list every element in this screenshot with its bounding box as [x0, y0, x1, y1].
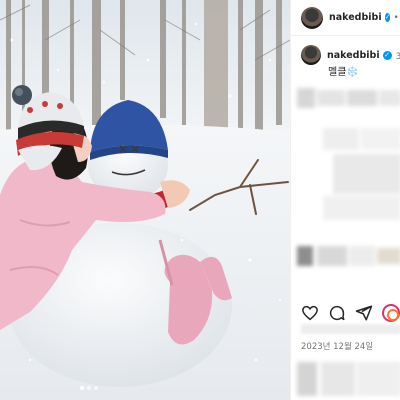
- comment-icon: [329, 305, 345, 321]
- header-separator: •: [393, 12, 399, 23]
- profile-ring-button[interactable]: [380, 302, 400, 324]
- heart-icon: [302, 305, 318, 321]
- caption-username[interactable]: nakedbibi: [327, 50, 380, 61]
- action-bar: [299, 302, 400, 324]
- post-date[interactable]: 2023년 12월 24일: [301, 340, 373, 352]
- post-photo[interactable]: [0, 0, 290, 400]
- post-time[interactable]: 3주: [396, 49, 400, 62]
- comment-input-blurred: [297, 360, 400, 400]
- carousel-dots[interactable]: [80, 386, 98, 390]
- carousel-dot[interactable]: [80, 386, 84, 390]
- comments-blurred: [297, 88, 400, 288]
- carousel-dot[interactable]: [87, 386, 91, 390]
- verified-badge-icon: ✓: [384, 13, 391, 22]
- header-username[interactable]: nakedbibi: [329, 12, 382, 23]
- caption-avatar[interactable]: [301, 45, 321, 65]
- post-header: nakedbibi ✓ • 팔: [291, 0, 400, 36]
- like-button[interactable]: [299, 302, 321, 324]
- share-button[interactable]: [353, 302, 375, 324]
- caption: nakedbibi ✓ 3주 멜클❄️: [301, 45, 400, 78]
- post-side-panel: nakedbibi ✓ • 팔 nakedbibi ✓ 3주 멜클❄️: [290, 0, 400, 400]
- verified-badge-icon: ✓: [382, 50, 392, 60]
- likes-count-blurred: [301, 324, 400, 334]
- profile-ring-icon: [382, 304, 400, 322]
- carousel-dot[interactable]: [94, 386, 98, 390]
- avatar[interactable]: [301, 6, 323, 29]
- snowman-photo: [0, 0, 290, 400]
- send-icon: [355, 305, 373, 321]
- caption-text: 멜클❄️: [328, 67, 359, 78]
- comment-button[interactable]: [326, 302, 348, 324]
